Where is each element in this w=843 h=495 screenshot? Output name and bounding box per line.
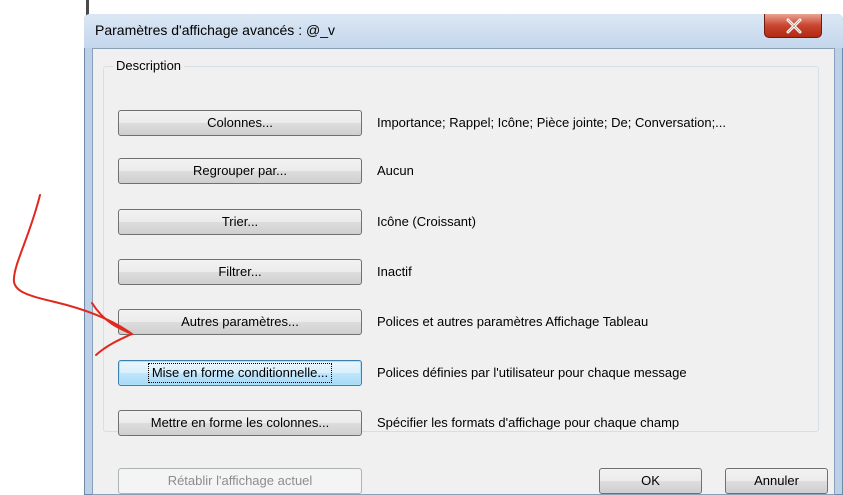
background-window-strip [0,0,843,14]
close-button[interactable] [764,14,822,38]
filter-button[interactable]: Filtrer... [118,259,362,285]
title-bar[interactable]: Paramètres d'affichage avancés : @_v [84,14,843,48]
advanced-view-settings-dialog: Paramètres d'affichage avancés : @_v Des… [84,14,843,495]
other-settings-description: Polices et autres paramètres Affichage T… [377,314,649,329]
sort-button[interactable]: Trier... [118,209,362,235]
group-by-description: Aucun [377,163,414,178]
other-settings-button[interactable]: Autres paramètres... [118,309,362,335]
screenshot-stage: Paramètres d'affichage avancés : @_v Des… [0,0,843,495]
format-columns-description: Spécifier les formats d'affichage pour c… [377,415,680,430]
columns-button[interactable]: Colonnes... [118,110,362,136]
group-label-description: Description [113,58,185,73]
dialog-client-area: Description Colonnes... Importance; Rapp… [92,48,835,495]
conditional-formatting-label: Mise en forme conditionnelle... [147,363,333,383]
columns-description: Importance; Rappel; Icône; Pièce jointe;… [377,115,727,130]
conditional-formatting-button[interactable]: Mise en forme conditionnelle... [118,360,362,386]
format-columns-button[interactable]: Mettre en forme les colonnes... [118,410,362,436]
conditional-formatting-description: Polices définies par l'utilisateur pour … [377,365,687,380]
reset-current-view-button[interactable]: Rétablir l'affichage actuel [118,468,362,494]
filter-description: Inactif [377,264,412,279]
cancel-button[interactable]: Annuler [725,468,828,494]
close-icon [786,18,802,34]
dialog-title: Paramètres d'affichage avancés : @_v [95,22,335,38]
sort-description: Icône (Croissant) [377,214,476,229]
group-by-button[interactable]: Regrouper par... [118,158,362,184]
ok-button[interactable]: OK [599,468,702,494]
